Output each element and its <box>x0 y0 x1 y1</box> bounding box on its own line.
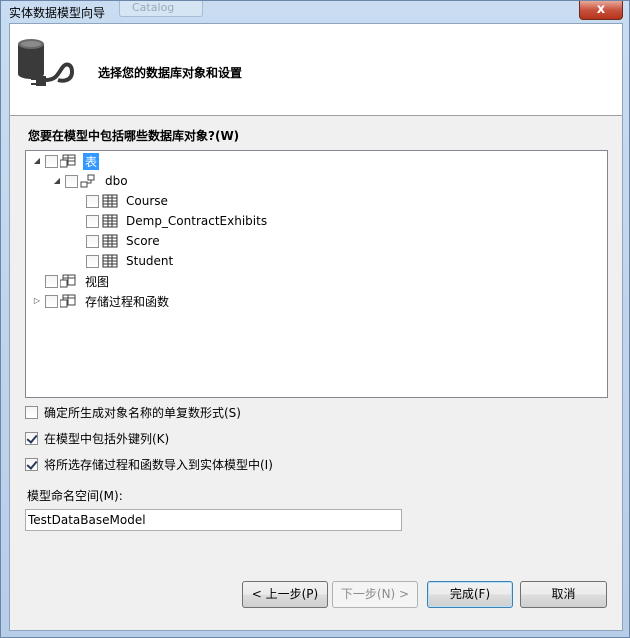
foreign-keys-checkbox[interactable] <box>25 432 38 445</box>
tree-node-demp-contractexhibits[interactable]: Demp_ContractExhibits <box>86 212 269 230</box>
import-procedures-option[interactable]: 将所选存储过程和函数导入到实体模型中(I) <box>25 456 273 473</box>
dbo-label[interactable]: dbo <box>103 174 130 188</box>
wizard-header: 选择您的数据库对象和设置 <box>10 24 622 116</box>
dbo-checkbox[interactable] <box>65 174 78 188</box>
collapse-arrow-icon[interactable]: ◢ <box>52 176 62 186</box>
tree-node-score[interactable]: Score <box>86 232 162 250</box>
table-label[interactable]: Course <box>124 194 170 208</box>
tables-label[interactable]: 表 <box>83 152 100 170</box>
table-grid-icon <box>102 254 118 268</box>
namespace-input[interactable] <box>25 509 402 531</box>
tree-node-student[interactable]: Student <box>86 252 175 270</box>
close-button[interactable]: x <box>579 1 623 20</box>
cancel-button[interactable]: 取消 <box>520 581 607 608</box>
tree-node-course[interactable]: Course <box>86 192 170 210</box>
procedures-folder-icon <box>60 294 76 308</box>
title-bar: 实体数据模型向导 Catalog x <box>1 1 629 23</box>
demp-contractexhibits-checkbox[interactable] <box>86 214 99 228</box>
tables-folder-icon <box>60 154 76 168</box>
background-tab: Catalog <box>119 1 203 17</box>
back-button[interactable]: < 上一步(P) <box>242 581 328 608</box>
schema-icon <box>80 174 95 188</box>
procedures-label[interactable]: 存储过程和函数 <box>83 293 171 310</box>
views-checkbox[interactable] <box>45 274 58 288</box>
score-checkbox[interactable] <box>86 234 99 248</box>
tables-checkbox[interactable] <box>45 154 58 168</box>
pluralize-checkbox[interactable] <box>25 406 38 419</box>
objects-question-label: 您要在模型中包括哪些数据库对象?(W) <box>28 129 240 143</box>
tree-node-views[interactable]: 视图 <box>45 272 111 290</box>
procedures-checkbox[interactable] <box>45 294 58 308</box>
pluralize-option[interactable]: 确定所生成对象名称的单复数形式(S) <box>25 404 241 421</box>
views-label[interactable]: 视图 <box>83 273 111 290</box>
finish-button[interactable]: 完成(F) <box>427 581 513 608</box>
table-grid-icon <box>102 234 118 248</box>
table-grid-icon <box>102 194 118 208</box>
tree-node-dbo[interactable]: ◢ dbo <box>52 172 130 190</box>
table-label[interactable]: Student <box>124 254 175 268</box>
foreign-keys-option[interactable]: 在模型中包括外键列(K) <box>25 430 169 447</box>
database-objects-tree[interactable]: ◢ 表 ◢ dbo Course Demp_ContractExhibits S… <box>25 150 608 398</box>
namespace-label: 模型命名空间(M): <box>27 489 123 503</box>
wizard-client-area: 选择您的数据库对象和设置 您要在模型中包括哪些数据库对象?(W) ◢ 表 ◢ d… <box>9 23 623 631</box>
table-label[interactable]: Demp_ContractExhibits <box>124 214 269 228</box>
import-procedures-label[interactable]: 将所选存储过程和函数导入到实体模型中(I) <box>44 456 273 473</box>
import-procedures-checkbox[interactable] <box>25 458 38 471</box>
foreign-keys-label[interactable]: 在模型中包括外键列(K) <box>44 430 169 447</box>
pluralize-label[interactable]: 确定所生成对象名称的单复数形式(S) <box>44 404 241 421</box>
database-plug-icon <box>18 39 75 86</box>
tree-node-procedures[interactable]: ▷ 存储过程和函数 <box>32 292 171 310</box>
course-checkbox[interactable] <box>86 194 99 208</box>
table-grid-icon <box>102 214 118 228</box>
page-title: 选择您的数据库对象和设置 <box>98 66 243 80</box>
table-label[interactable]: Score <box>124 234 162 248</box>
views-folder-icon <box>60 274 76 288</box>
tree-node-tables[interactable]: ◢ 表 <box>32 152 100 170</box>
student-checkbox[interactable] <box>86 254 99 268</box>
collapse-arrow-icon[interactable]: ◢ <box>32 156 42 166</box>
expand-arrow-icon[interactable]: ▷ <box>32 296 42 306</box>
next-button[interactable]: 下一步(N) > <box>332 581 418 608</box>
window-title: 实体数据模型向导 <box>9 6 106 20</box>
wizard-window: 实体数据模型向导 Catalog x 选择您的数据库对象和设置 您要在模型中包括… <box>0 0 630 638</box>
